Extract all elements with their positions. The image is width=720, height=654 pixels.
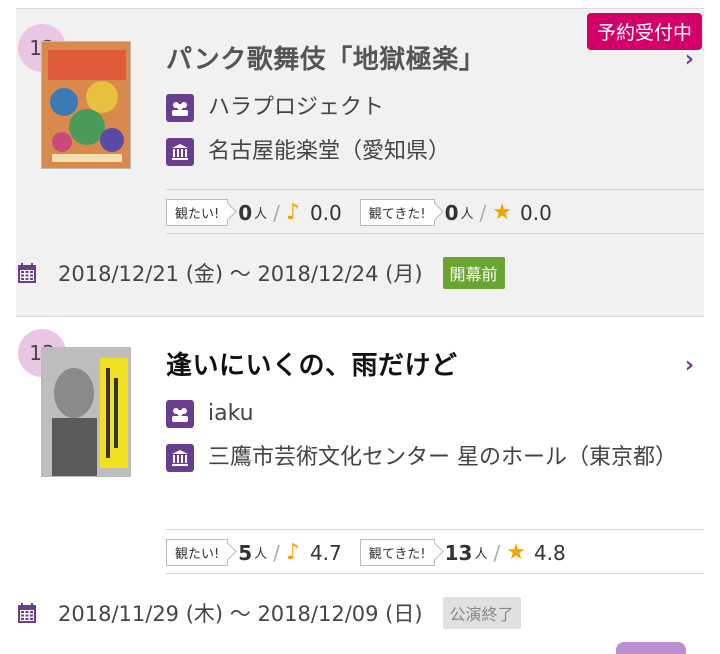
want-unit: 人 bbox=[254, 207, 268, 222]
group-name[interactable]: ハラプロジェクト bbox=[208, 91, 688, 125]
seen-label[interactable]: 観てきた! bbox=[359, 539, 435, 566]
divider bbox=[166, 189, 704, 190]
separator: / bbox=[479, 200, 487, 225]
seen-count: 0 bbox=[444, 200, 459, 225]
venue-row[interactable]: 三鷹市芸術文化センター 星のホール（東京都） bbox=[166, 441, 688, 475]
music-note-icon: ♪ bbox=[285, 540, 300, 565]
group-row[interactable]: ハラプロジェクト bbox=[166, 91, 688, 125]
chevron-right-icon[interactable]: › bbox=[685, 353, 694, 378]
separator: / bbox=[273, 200, 280, 225]
theater-icon bbox=[166, 138, 194, 166]
date-row: 2018/11/29 (木) 〜 2018/12/09 (日) 公演終了 bbox=[16, 597, 521, 629]
stage-title[interactable]: パンク歌舞伎「地獄極楽」 bbox=[166, 39, 485, 76]
stage-card[interactable]: 12 パンク歌舞伎「地獄極楽」 予約受付中 › ハラプロジェクト 名古屋能楽堂（… bbox=[16, 8, 704, 316]
performance-dates: 2018/11/29 (木) 〜 2018/12/09 (日) bbox=[58, 602, 423, 626]
music-note-icon: ♪ bbox=[285, 200, 300, 225]
star-icon: ★ bbox=[506, 540, 526, 565]
want-to-see-label[interactable]: 観たい! bbox=[166, 199, 229, 226]
want-unit: 人 bbox=[254, 547, 268, 562]
group-icon bbox=[166, 400, 194, 428]
poster-thumbnail[interactable] bbox=[41, 41, 131, 169]
scroll-top-button[interactable] bbox=[616, 642, 686, 654]
group-name[interactable]: iaku bbox=[208, 397, 688, 431]
seen-score: 4.8 bbox=[533, 540, 566, 565]
want-count: 0 bbox=[238, 200, 253, 225]
status-badge: 公演終了 bbox=[442, 597, 521, 629]
seen-unit: 人 bbox=[460, 207, 474, 222]
stage-title[interactable]: 逢いにいくの、雨だけど bbox=[166, 345, 458, 382]
status-badge: 開幕前 bbox=[442, 257, 505, 289]
seen-score: 0.0 bbox=[520, 200, 552, 225]
separator: / bbox=[273, 540, 280, 565]
calendar-icon bbox=[18, 603, 36, 623]
divider bbox=[166, 233, 704, 234]
stage-card[interactable]: 13 逢いにいくの、雨だけど › iaku 三鷹市芸術文化センター 星のホール（… bbox=[16, 316, 704, 654]
seen-count: 13 bbox=[444, 540, 473, 565]
seen-unit: 人 bbox=[474, 547, 488, 562]
performance-dates: 2018/12/21 (金) 〜 2018/12/24 (月) bbox=[58, 262, 423, 286]
want-to-see-label[interactable]: 観たい! bbox=[166, 539, 229, 566]
rating-stats: 観たい! 0 人 / ♪ 0.0 観てきた! 0 人 / ★ 0.0 bbox=[166, 199, 552, 226]
want-score: 4.7 bbox=[309, 540, 342, 565]
venue-name: 名古屋能楽堂（愛知県） bbox=[208, 139, 451, 164]
date-row: 2018/12/21 (金) 〜 2018/12/24 (月) 開幕前 bbox=[16, 257, 505, 289]
want-score: 0.0 bbox=[309, 200, 342, 225]
poster-thumbnail[interactable] bbox=[41, 347, 131, 477]
want-count: 5 bbox=[238, 540, 253, 565]
rating-stats: 観たい! 5 人 / ♪ 4.7 観てきた! 13 人 / ★ 4.8 bbox=[166, 539, 566, 566]
seen-label[interactable]: 観てきた! bbox=[359, 199, 435, 226]
venue-row[interactable]: 名古屋能楽堂（愛知県） bbox=[166, 135, 688, 169]
divider bbox=[166, 529, 704, 530]
group-row[interactable]: iaku bbox=[166, 397, 688, 431]
calendar-icon bbox=[18, 263, 36, 283]
reservation-badge: 予約受付中 bbox=[586, 13, 702, 50]
star-icon: ★ bbox=[492, 200, 513, 225]
divider bbox=[166, 573, 704, 574]
group-icon bbox=[166, 94, 194, 122]
chevron-right-icon[interactable]: › bbox=[685, 47, 694, 72]
venue-name: 三鷹市芸術文化センター 星のホール（東京都） bbox=[208, 445, 677, 470]
separator: / bbox=[493, 540, 501, 565]
theater-icon bbox=[166, 444, 194, 472]
